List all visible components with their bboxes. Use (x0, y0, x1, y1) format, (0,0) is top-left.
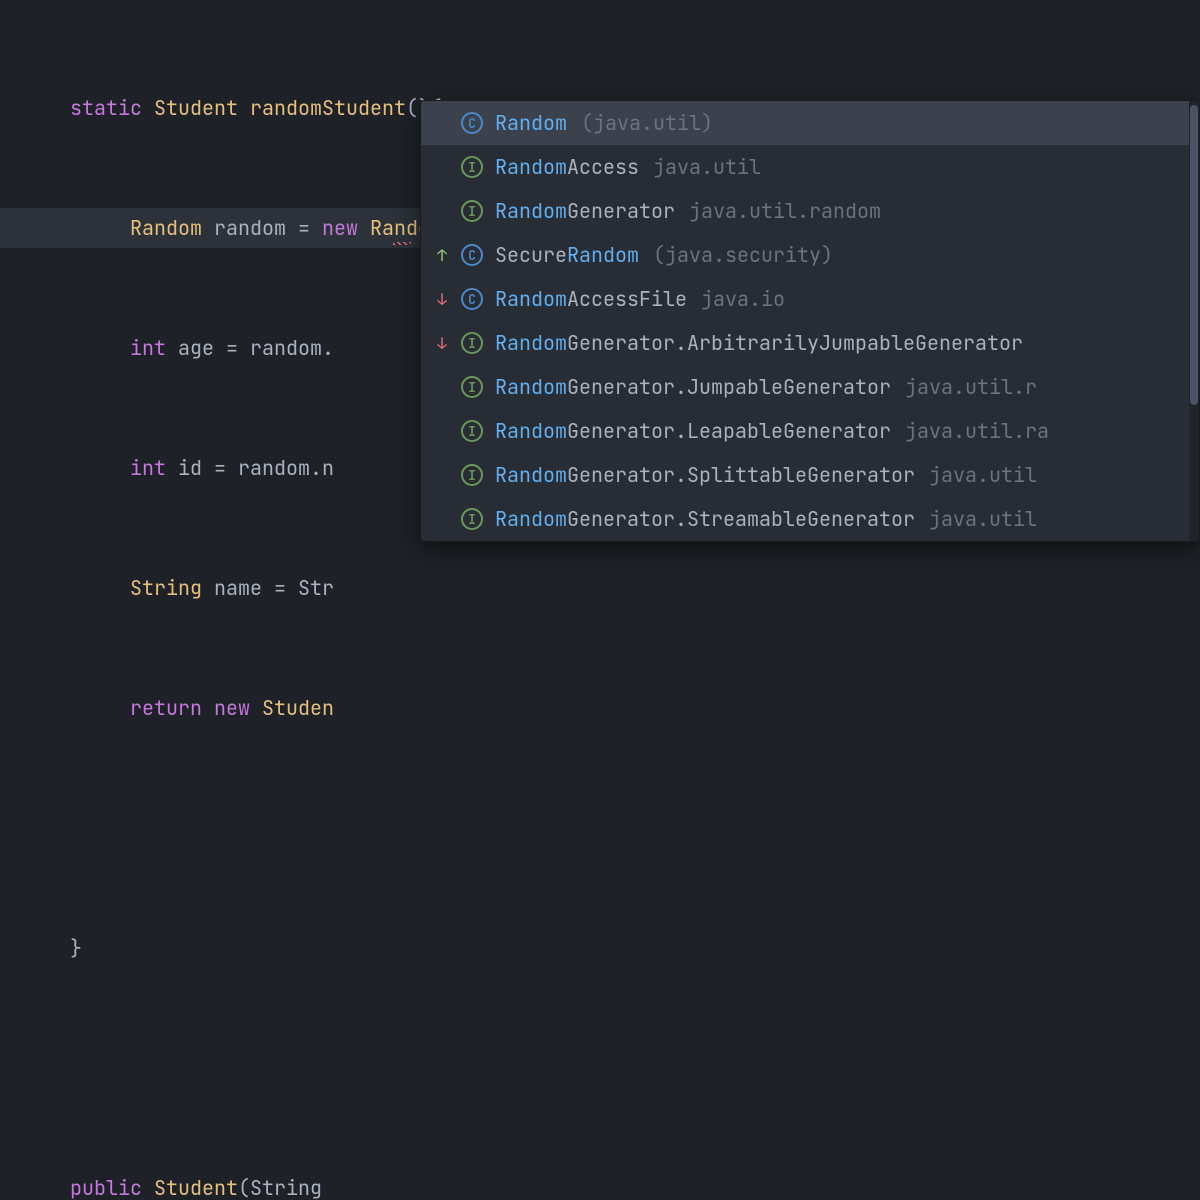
completion-item[interactable]: C Random(java.util) (421, 101, 1199, 145)
completion-item[interactable]: I RandomAccessjava.util (421, 145, 1199, 189)
interface-icon: I (461, 464, 483, 486)
arrow-up-icon: ↑ (435, 245, 449, 266)
completion-item[interactable]: ↓ C RandomAccessFilejava.io (421, 277, 1199, 321)
code-line-blank[interactable] (0, 808, 1200, 848)
class-icon: C (461, 112, 483, 134)
code-line[interactable]: } (0, 928, 1200, 968)
arrow-down-icon: ↓ (435, 289, 449, 310)
interface-icon: I (461, 332, 483, 354)
class-icon: C (461, 288, 483, 310)
completion-item[interactable]: I RandomGenerator.JumpableGeneratorjava.u… (421, 365, 1199, 409)
completion-text: RandomAccessFilejava.io (495, 286, 785, 312)
arrow-down-icon: ↓ (435, 333, 449, 354)
class-icon: C (461, 244, 483, 266)
completion-text: SecureRandom(java.security) (495, 242, 833, 268)
completion-text: RandomGenerator.StreamableGeneratorjava.… (495, 506, 1037, 532)
completion-text: RandomGenerator.LeapableGeneratorjava.ut… (495, 418, 1049, 444)
interface-icon: I (461, 200, 483, 222)
error-squiggle (393, 242, 411, 245)
completion-text: RandomAccessjava.util (495, 154, 761, 180)
keyword-static: static (70, 95, 142, 121)
completion-text: Random(java.util) (495, 110, 713, 136)
interface-icon: I (461, 420, 483, 442)
interface-icon: I (461, 508, 483, 530)
completion-text: RandomGenerator.JumpableGeneratorjava.ut… (495, 374, 1037, 400)
completion-item[interactable]: I RandomGenerator.StreamableGeneratorjava… (421, 497, 1199, 541)
completion-item[interactable]: ↓ I RandomGenerator.ArbitrarilyJumpableGen… (421, 321, 1199, 365)
code-line[interactable]: public Student(String (0, 1168, 1200, 1200)
method-name: randomStudent (250, 95, 406, 121)
popup-scrollbar-thumb[interactable] (1190, 105, 1198, 405)
completion-item[interactable]: I RandomGenerator.SplittableGeneratorjava… (421, 453, 1199, 497)
code-line-blank[interactable] (0, 1048, 1200, 1088)
completion-item[interactable]: I RandomGeneratorjava.util.random (421, 189, 1199, 233)
completion-text: RandomGeneratorjava.util.random (495, 198, 881, 224)
type: Student (154, 95, 238, 121)
completion-item[interactable]: ↑ C SecureRandom(java.security) (421, 233, 1199, 277)
interface-icon: I (461, 156, 483, 178)
code-line[interactable]: return new Studen (0, 688, 1200, 728)
popup-scrollbar[interactable] (1189, 101, 1199, 541)
completion-text: RandomGenerator.ArbitrarilyJumpableGener… (495, 330, 1023, 356)
interface-icon: I (461, 376, 483, 398)
code-line[interactable]: String name = Str (0, 568, 1200, 608)
completion-popup[interactable]: C Random(java.util) I RandomAccessjava.util… (420, 100, 1200, 542)
completion-item[interactable]: I RandomGenerator.LeapableGeneratorjava.u… (421, 409, 1199, 453)
completion-text: RandomGenerator.SplittableGeneratorjava.… (495, 462, 1037, 488)
